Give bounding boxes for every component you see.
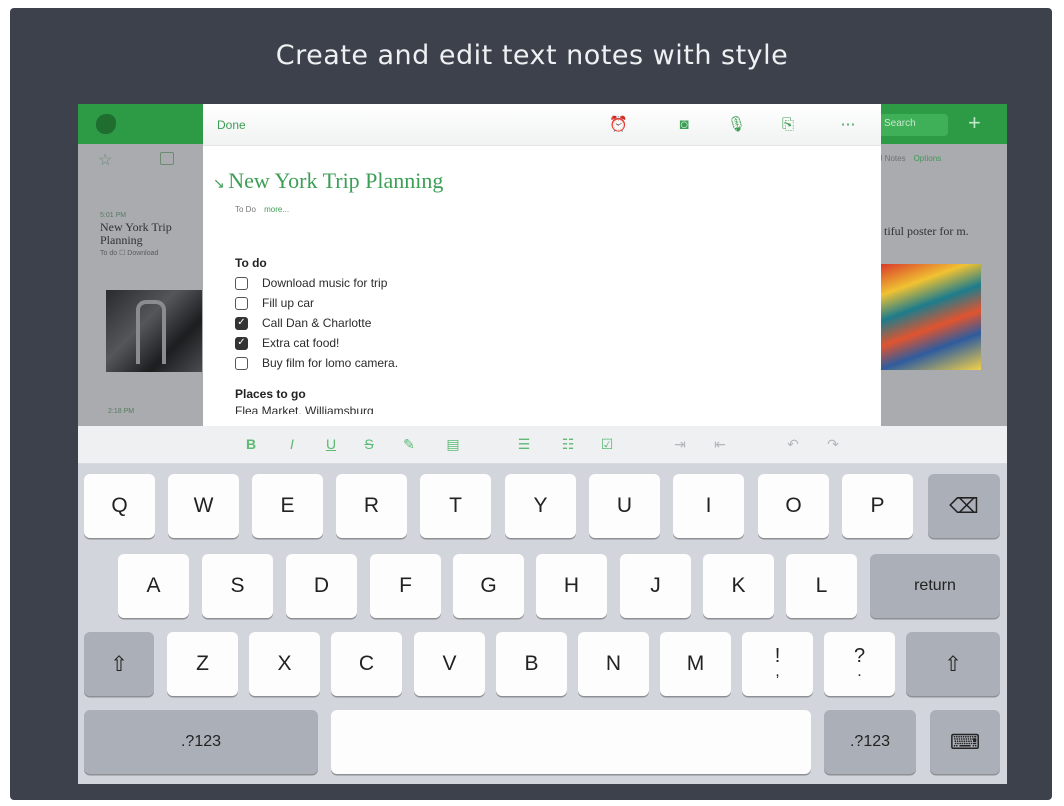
numbered-list-icon[interactable]: ☷ [559,436,577,453]
more-link[interactable]: more... [264,205,289,214]
shift-key-right[interactable]: ⇧ [906,632,1000,696]
done-button[interactable]: Done [217,118,246,132]
key-y[interactable]: Y [505,474,576,538]
return-key[interactable]: return [870,554,1000,618]
pin-icon: ↘ [213,177,229,192]
key-a[interactable]: A [118,554,189,618]
background-right-title: tiful poster for m. [884,224,969,238]
key-n[interactable]: N [578,632,649,696]
key-m[interactable]: M [660,632,731,696]
backspace-icon: ⌫ [949,494,979,518]
bold-button[interactable]: B [242,436,260,452]
key-i[interactable]: I [673,474,744,538]
strikethrough-button[interactable]: S [360,436,378,452]
checkbox[interactable] [235,356,248,370]
plus-icon: + [968,110,981,135]
format-bar: B I U S ✎ ▤ ☰ ☷ ☑ ⇥ ⇤ ↶ ↷ [78,426,1007,464]
note-editor: Done ⏰ ◙ 🎙 ⎘ ⋯ ↘ New York Trip Planning … [203,104,881,426]
highlighter-icon[interactable]: ✎ [400,436,418,453]
key-c[interactable]: C [331,632,402,696]
redo-icon[interactable]: ↷ [824,436,842,453]
key-b[interactable]: B [496,632,567,696]
key-v[interactable]: V [414,632,485,696]
key-d[interactable]: D [286,554,357,618]
page-headline: Create and edit text notes with style [275,40,789,71]
key-l[interactable]: L [786,554,857,618]
key-question-period[interactable]: ?. [824,632,895,696]
key-q[interactable]: Q [84,474,155,538]
key-exclamation-comma[interactable]: !, [742,632,813,696]
poster-image [881,264,981,370]
editor-toolbar: Done ⏰ ◙ 🎙 ⎘ ⋯ [203,104,881,146]
numbers-key-left[interactable]: .?123 [84,710,318,774]
outdent-icon[interactable]: ⇤ [711,436,729,453]
notebook-label[interactable]: To Do [235,205,256,214]
checkbox-checked[interactable] [235,316,248,330]
key-t[interactable]: T [420,474,491,538]
reminder-icon[interactable]: ⏰ [609,116,628,134]
bridge-photo [106,290,202,372]
more-icon[interactable]: ⋯ [835,116,861,134]
space-bar[interactable] [331,710,811,774]
todo-item: Download music for trip [235,273,835,293]
key-h[interactable]: H [536,554,607,618]
todo-item: Extra cat food! [235,333,835,353]
key-w[interactable]: W [168,474,239,538]
shift-key-left[interactable]: ⇧ [84,632,154,696]
key-e[interactable]: E [252,474,323,538]
backspace-key[interactable]: ⌫ [928,474,1000,538]
hide-keyboard-key[interactable]: ⌨ [930,710,1000,774]
key-f[interactable]: F [370,554,441,618]
key-s[interactable]: S [202,554,273,618]
checkbox-icon[interactable]: ☑ [598,436,616,453]
background-right-header: 8 Notes Options [878,154,942,163]
note-body[interactable]: To do Download music for trip Fill up ca… [235,256,835,414]
key-p[interactable]: P [842,474,913,538]
note-meta: To Do more... [235,205,289,214]
shift-icon: ⇧ [944,652,962,676]
key-r[interactable]: R [336,474,407,538]
italic-button[interactable]: I [283,436,301,452]
align-icon[interactable]: ▤ [444,436,462,453]
star-icon: ☆ [98,152,113,169]
camera-icon[interactable]: ◙ [675,116,693,134]
shift-icon: ⇧ [110,652,128,676]
places-text: Flea Market, Williamsburg [235,404,374,414]
places-heading: Places to go [235,387,306,401]
new-note-icon [160,152,174,165]
onscreen-keyboard: Q W E R T Y U I O P ⌫ A S D F G H J K L … [78,464,1007,784]
todo-item: Fill up car [235,293,835,313]
key-z[interactable]: Z [167,632,238,696]
todo-item: Call Dan & Charlotte [235,313,835,333]
attachment-icon[interactable]: ⎘ [779,116,797,134]
elephant-logo-icon [96,114,116,134]
numbers-key-right[interactable]: .?123 [824,710,916,774]
keyboard-icon: ⌨ [949,730,981,754]
key-k[interactable]: K [703,554,774,618]
key-u[interactable]: U [589,474,660,538]
background-search: Search [878,114,948,136]
key-x[interactable]: X [249,632,320,696]
underline-button[interactable]: U [322,436,340,452]
checkbox[interactable] [235,296,248,310]
checkbox[interactable] [235,276,248,290]
indent-icon[interactable]: ⇥ [671,436,689,453]
bullet-list-icon[interactable]: ☰ [515,436,533,453]
background-note-card: 5:01 PM New York Trip Planning To do ☐ D… [100,212,172,257]
checkbox-checked[interactable] [235,336,248,350]
note-title[interactable]: ↘ New York Trip Planning [213,168,443,194]
todo-item: Buy film for lomo camera. [235,353,835,373]
key-j[interactable]: J [620,554,691,618]
background-date: 2:18 PM [108,408,135,415]
ipad-screen: Search + ☆ 5:01 PM New York Trip Plannin… [78,104,1007,784]
microphone-icon[interactable]: 🎙 [727,116,746,134]
key-g[interactable]: G [453,554,524,618]
undo-icon[interactable]: ↶ [784,436,802,453]
todo-heading: To do [235,256,267,270]
key-o[interactable]: O [758,474,829,538]
